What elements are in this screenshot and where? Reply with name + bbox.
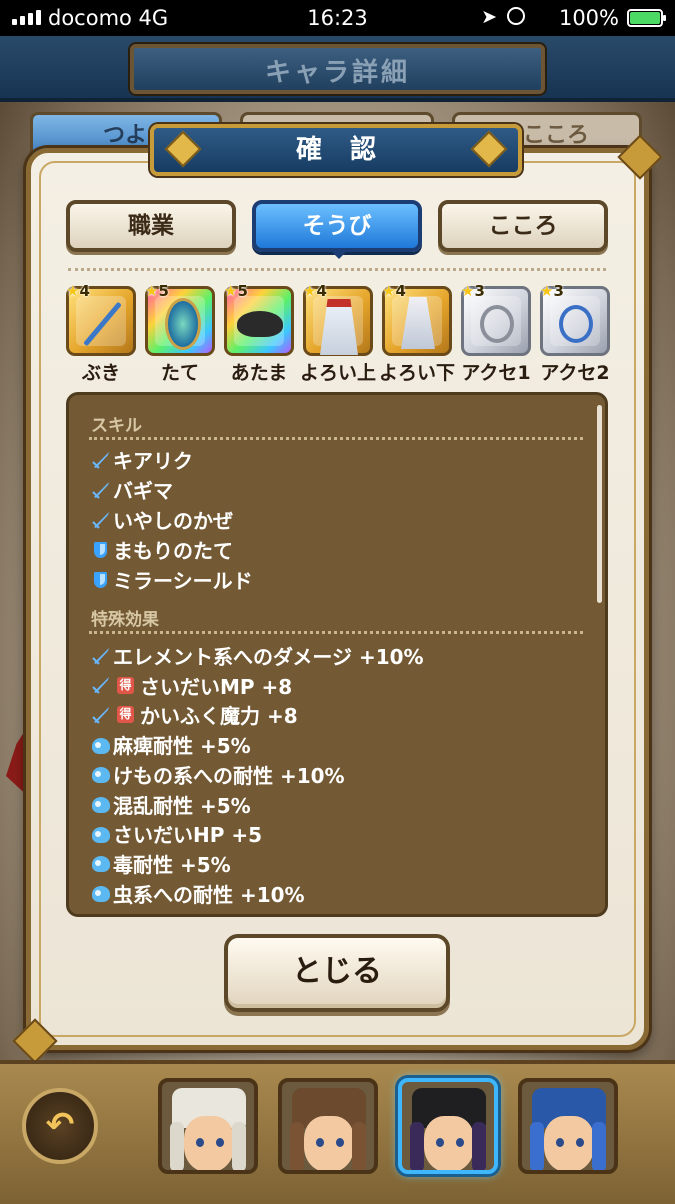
equipment-slot[interactable]: ★5 bbox=[145, 282, 215, 356]
equipment-slot-label: たて bbox=[160, 362, 199, 384]
shield-icon bbox=[91, 540, 111, 560]
list-item-text: さいだいMP +8 bbox=[140, 674, 293, 699]
list-item-text: キアリク bbox=[113, 449, 193, 473]
portrait-priest[interactable] bbox=[158, 1078, 258, 1174]
back-arrow-icon[interactable]: ↶ bbox=[22, 1088, 98, 1164]
battery-icon bbox=[627, 9, 666, 27]
slime-icon bbox=[91, 735, 111, 755]
close-button[interactable]: とじる bbox=[224, 934, 450, 1012]
rarity-star-icon: ★3 bbox=[461, 282, 485, 300]
bonus-badge: 得 bbox=[117, 676, 134, 694]
list-item-text: すばやさ +5 bbox=[113, 908, 231, 914]
list-item-text: かいふく魔力 +8 bbox=[140, 704, 298, 729]
equipment-slot[interactable]: ★3 bbox=[461, 282, 531, 356]
equipment-slot-label: あたま bbox=[230, 362, 288, 384]
ring-icon bbox=[480, 305, 514, 343]
list-item-text: まもりのたて bbox=[113, 539, 233, 563]
list-item-text: 毒耐性 +5% bbox=[113, 852, 231, 877]
list-item-text: ミラーシールド bbox=[113, 569, 253, 593]
list-item: 麻痺耐性 +5% bbox=[91, 730, 251, 759]
equipment-slot[interactable]: ★4 bbox=[66, 282, 136, 356]
status-bar: docomo 4G 16:23 ➤ 100% bbox=[0, 0, 675, 36]
rarity-star-icon: ★4 bbox=[303, 282, 327, 300]
slime-icon bbox=[91, 764, 111, 784]
rotation-lock-icon bbox=[507, 7, 525, 25]
ring-blue-icon bbox=[559, 305, 593, 343]
slime-icon bbox=[91, 883, 111, 903]
divider bbox=[68, 268, 606, 271]
equipment-slot-label: よろい下 bbox=[378, 362, 455, 384]
list-item: キアリク bbox=[91, 445, 193, 474]
portrait-hero[interactable] bbox=[278, 1078, 378, 1174]
tab-equipment[interactable]: そうび bbox=[252, 200, 422, 252]
list-item: ミラーシールド bbox=[91, 565, 253, 594]
sword-icon bbox=[91, 450, 111, 470]
equipment-slot-label: アクセ1 bbox=[461, 362, 531, 384]
rarity-star-icon: ★3 bbox=[540, 282, 564, 300]
rarity-star-icon: ★4 bbox=[382, 282, 406, 300]
sword-icon bbox=[91, 510, 111, 530]
portrait-soldier[interactable] bbox=[518, 1078, 618, 1174]
fleur-icon bbox=[470, 130, 508, 168]
rarity-star-icon: ★5 bbox=[224, 282, 248, 300]
list-item: まもりのたて bbox=[91, 535, 233, 564]
shield-icon bbox=[91, 570, 111, 590]
screen-title: キャラ詳細 bbox=[130, 44, 545, 94]
shield-icon bbox=[165, 298, 201, 350]
equipment-slot-label: よろい上 bbox=[299, 362, 376, 384]
battery-percent: 100% bbox=[558, 6, 619, 30]
list-item-text: いやしのかぜ bbox=[113, 509, 233, 533]
sword-icon bbox=[91, 480, 111, 500]
info-panel[interactable]: スキル キアリクバギマいやしのかぜ まもりのたて ミラーシールド 特殊効果 エレメン… bbox=[66, 392, 608, 917]
list-item-text: 麻痺耐性 +5% bbox=[113, 734, 251, 759]
tab-kokoro-sub[interactable]: こころ bbox=[438, 200, 608, 252]
scrollbar[interactable] bbox=[597, 405, 602, 603]
list-item: さいだいHP +5 bbox=[91, 819, 262, 848]
list-item: バギマ bbox=[91, 475, 173, 504]
effects-header: 特殊効果 bbox=[91, 610, 159, 630]
equipment-slot[interactable]: ★4 bbox=[303, 282, 373, 356]
list-item-text: さいだいHP +5 bbox=[113, 823, 263, 848]
equipment-slot[interactable]: ★5 bbox=[224, 282, 294, 356]
list-item: 毒耐性 +5% bbox=[91, 849, 231, 878]
equipment-slot-label: アクセ2 bbox=[540, 362, 610, 384]
list-item: 得かいふく魔力 +8 bbox=[91, 700, 298, 729]
list-item: 得さいだいMP +8 bbox=[91, 671, 292, 700]
rarity-star-icon: ★5 bbox=[145, 282, 169, 300]
list-item: 虫系への耐性 +10% bbox=[91, 879, 305, 908]
list-item-text: バギマ bbox=[113, 479, 173, 503]
equipment-slot[interactable]: ★4 bbox=[382, 282, 452, 356]
equipment-slot[interactable]: ★3 bbox=[540, 282, 610, 356]
sword-icon bbox=[91, 646, 111, 666]
location-icon: ➤ bbox=[481, 6, 497, 28]
slime-icon bbox=[91, 853, 111, 873]
rarity-star-icon: ★4 bbox=[66, 282, 90, 300]
equipment-slot-label: ぶき bbox=[81, 362, 120, 384]
portrait-mage[interactable] bbox=[398, 1078, 498, 1174]
hat-icon bbox=[237, 311, 283, 337]
sword-icon bbox=[91, 675, 111, 695]
sword-icon bbox=[91, 705, 111, 725]
list-item: エレメント系へのダメージ +10% bbox=[91, 641, 424, 670]
list-item-text: 混乱耐性 +5% bbox=[113, 793, 251, 818]
slime-icon bbox=[91, 794, 111, 814]
bonus-badge: 得 bbox=[117, 706, 134, 724]
fleur-icon bbox=[164, 130, 202, 168]
list-item: いやしのかぜ bbox=[91, 505, 233, 534]
slime-icon bbox=[91, 824, 111, 844]
dialog-title-text: 確認 bbox=[295, 135, 404, 165]
list-item-text: エレメント系へのダメージ +10% bbox=[113, 645, 424, 669]
list-item-text: 虫系への耐性 +10% bbox=[113, 882, 305, 907]
slime-icon bbox=[91, 913, 111, 914]
list-item: 混乱耐性 +5% bbox=[91, 790, 251, 819]
list-item-text: けもの系への耐性 +10% bbox=[113, 763, 345, 788]
active-tab-pointer bbox=[330, 250, 348, 259]
skill-header: スキル bbox=[91, 416, 142, 436]
tab-job[interactable]: 職業 bbox=[66, 200, 236, 252]
list-item: すばやさ +5 bbox=[91, 908, 231, 914]
dialog-title: 確認 bbox=[150, 124, 522, 176]
list-item: けもの系への耐性 +10% bbox=[91, 760, 345, 789]
